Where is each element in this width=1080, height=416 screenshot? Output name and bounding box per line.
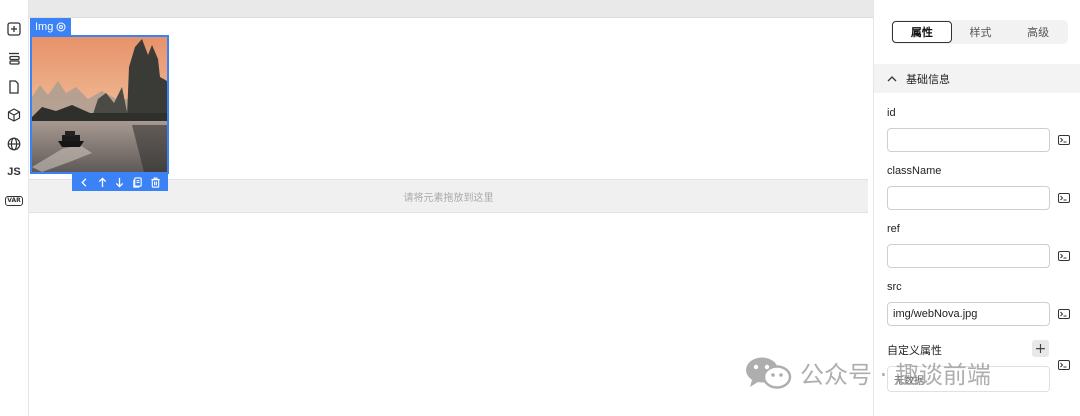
image-component[interactable] <box>30 35 169 174</box>
ref-input[interactable] <box>887 244 1050 268</box>
field-label-classname: className <box>887 165 942 177</box>
arrow-up-icon[interactable] <box>97 177 108 188</box>
selected-component-tag[interactable]: Img <box>30 18 72 35</box>
custom-attributes-label: 自定义属性 <box>887 344 942 357</box>
var-button[interactable]: VAR <box>5 193 23 209</box>
panel-tabs: 属性 样式 高级 <box>891 20 1068 44</box>
component-toolbar <box>72 174 168 191</box>
tab-properties[interactable]: 属性 <box>892 21 952 43</box>
id-input[interactable] <box>887 128 1050 152</box>
add-component-icon[interactable] <box>6 21 22 37</box>
section-title: 基础信息 <box>906 72 950 86</box>
copy-icon[interactable] <box>132 177 143 188</box>
terminal-icon[interactable] <box>1058 135 1070 145</box>
section-basic-info[interactable]: 基础信息 <box>874 64 1080 93</box>
var-label: VAR <box>5 196 23 206</box>
settings-gear-icon[interactable] <box>56 21 66 32</box>
src-input[interactable] <box>887 302 1050 326</box>
field-label-id: id <box>887 107 896 119</box>
canvas-top-strip <box>29 0 873 18</box>
terminal-icon[interactable] <box>1058 360 1070 370</box>
js-button[interactable]: JS <box>6 164 22 180</box>
field-label-ref: ref <box>887 223 900 235</box>
add-attribute-button[interactable]: + <box>1032 340 1049 357</box>
terminal-icon[interactable] <box>1058 251 1070 261</box>
terminal-icon[interactable] <box>1058 193 1070 203</box>
tab-advanced[interactable]: 高级 <box>1009 21 1067 43</box>
terminal-icon[interactable] <box>1058 309 1070 319</box>
tool-rail: JS VAR <box>0 0 29 416</box>
empty-text: 无数据 <box>894 375 924 387</box>
custom-attributes-empty: 无数据 <box>887 366 1050 392</box>
outline-tree-icon[interactable] <box>6 50 22 66</box>
chevron-left-icon[interactable] <box>79 177 90 188</box>
landscape-image <box>32 37 167 172</box>
arrow-down-icon[interactable] <box>114 177 125 188</box>
selected-component-name: Img <box>35 20 54 33</box>
design-canvas[interactable]: Img 请将元素拖放到这里 <box>29 0 873 416</box>
component-box-icon[interactable] <box>6 107 22 123</box>
delete-icon[interactable] <box>150 177 161 188</box>
field-label-src: src <box>887 281 902 293</box>
chevron-up-icon <box>887 75 897 81</box>
properties-panel: 属性 样式 高级 基础信息 id className ref src 自定义属性… <box>873 0 1080 416</box>
page-icon[interactable] <box>6 79 22 95</box>
classname-input[interactable] <box>887 186 1050 210</box>
globe-icon[interactable] <box>6 136 22 152</box>
tab-styles[interactable]: 样式 <box>952 21 1010 43</box>
